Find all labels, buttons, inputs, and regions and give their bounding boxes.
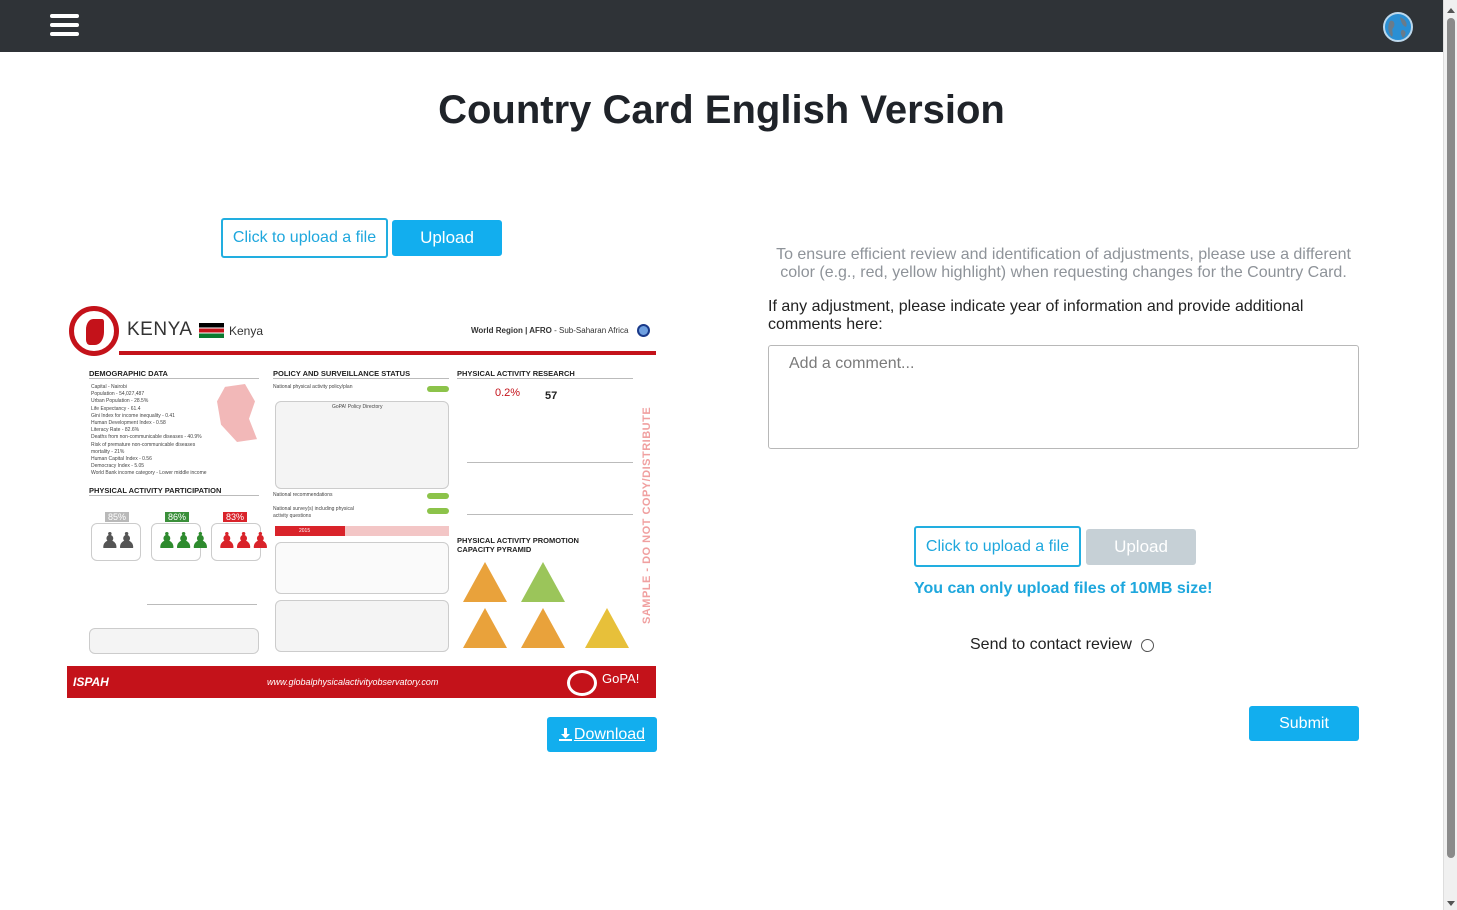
demo-line: World Bank income category - Lower middl… xyxy=(91,470,207,477)
section-promotion: PHYSICAL ACTIVITY PROMOTION xyxy=(457,536,579,545)
file-size-note: You can only upload files of 10MB size! xyxy=(914,580,1213,597)
policy-line-1: National physical activity policy/plan xyxy=(273,384,353,390)
card-country-small: Kenya xyxy=(229,324,264,338)
region-globe-icon xyxy=(637,324,650,337)
ispah-logo: ISPAH xyxy=(73,675,109,689)
people-icon-red: ♟♟♟ xyxy=(217,528,270,553)
divider xyxy=(89,495,259,496)
download-label: Download xyxy=(573,725,646,743)
section-research: PHYSICAL ACTIVITY RESEARCH xyxy=(457,369,575,378)
country-card-preview: KENYA Kenya World Region | AFRO - Sub-Sa… xyxy=(67,304,656,698)
card-country-name: KENYA xyxy=(127,319,193,340)
policy-line-5: activity questions xyxy=(273,513,312,519)
research-rank: 57 xyxy=(545,390,558,402)
choose-file-button-right[interactable]: Click to upload a file xyxy=(914,526,1081,567)
card-region-rest: - Sub-Saharan Africa xyxy=(551,326,629,335)
research-pct: 0.2% xyxy=(495,387,521,399)
footnote-box xyxy=(89,628,259,654)
demo-line: Literacy Rate - 82.6% xyxy=(91,427,140,434)
comment-textarea[interactable] xyxy=(768,345,1359,449)
gopa-logo-icon xyxy=(567,670,597,696)
contact-box xyxy=(275,600,449,652)
yes-pill xyxy=(427,493,449,499)
section-demographic: DEMOGRAPHIC DATA xyxy=(89,369,168,378)
demo-line: Democracy Index - 5.05 xyxy=(91,463,145,470)
submit-button[interactable]: Submit xyxy=(1249,706,1359,741)
card-watermark: SAMPLE - DO NOT COPY/DISTRIBUTE xyxy=(641,406,653,624)
people-icon-green: ♟♟♟ xyxy=(157,528,210,553)
policy-line-3: National recommendations xyxy=(273,492,333,498)
page-scrollbar[interactable] xyxy=(1443,0,1457,910)
download-icon xyxy=(558,728,572,741)
pyramid-2 xyxy=(521,562,565,602)
contact-review-option[interactable]: Send to contact review xyxy=(970,636,1154,654)
pyramid-3 xyxy=(463,608,507,648)
participation-pct-2: 86% xyxy=(165,512,190,522)
chart-axis xyxy=(147,604,257,605)
demo-line: Gini Index for income inequality - 0.41 xyxy=(91,412,175,419)
participation-pct-1: 85% xyxy=(105,512,130,522)
chart-axis xyxy=(467,514,633,515)
country-map-logo-icon xyxy=(69,306,119,356)
upload-button-right-disabled[interactable]: Upload xyxy=(1086,529,1196,565)
contact-review-radio[interactable] xyxy=(1140,638,1154,652)
pyramid-5 xyxy=(585,608,629,648)
demo-line: Human Capital Index - 0.56 xyxy=(91,456,152,463)
demo-line: Human Development Index - 0.58 xyxy=(91,420,166,427)
top-navbar xyxy=(0,0,1457,52)
policy-directory-label: GoPA! Policy Directory xyxy=(332,404,383,410)
pyramid-1 xyxy=(463,562,507,602)
adjustment-label: If any adjustment, please indicate year … xyxy=(768,298,1304,333)
card-region: World Region | AFRO - Sub-Saharan Africa xyxy=(471,326,628,335)
page-title: Country Card English Version xyxy=(438,88,1005,132)
survey-box xyxy=(275,542,449,594)
chart-axis xyxy=(467,462,633,463)
card-header-rule xyxy=(119,351,656,355)
card-footer: ISPAH www.globalphysicalactivityobservat… xyxy=(67,666,656,698)
yes-pill xyxy=(427,508,449,514)
demo-line: mortality - 21% xyxy=(91,448,125,455)
demo-line: Risk of premature non-communicable disea… xyxy=(91,441,196,448)
card-region-bold: World Region | AFRO xyxy=(471,326,552,335)
globe-language-icon[interactable] xyxy=(1382,11,1414,43)
gopa-logo-text: GoPA! xyxy=(602,671,640,686)
policy-directory-box xyxy=(275,401,449,489)
participation-pct-3: 83% xyxy=(223,512,248,522)
review-instructions: To ensure efficient review and identific… xyxy=(776,246,1351,281)
demographic-list: Capital - Nairobi Population - 54,027,48… xyxy=(91,384,226,478)
people-icon-grey: ♟♟ xyxy=(100,528,136,553)
choose-file-button-left[interactable]: Click to upload a file xyxy=(221,218,388,258)
demo-line: Deaths from non-communicable diseases - … xyxy=(91,434,202,441)
scroll-down-arrow-icon[interactable] xyxy=(1447,901,1455,906)
download-button[interactable]: Download xyxy=(547,717,657,752)
upload-button-left[interactable]: Upload xyxy=(392,220,502,256)
hamburger-menu-icon[interactable] xyxy=(50,14,80,38)
demo-line: Capital - Nairobi xyxy=(91,384,127,390)
divider xyxy=(457,378,633,379)
pyramid-4 xyxy=(521,608,565,648)
yes-pill xyxy=(427,386,449,392)
demo-line: Population - 54,027,487 xyxy=(91,391,145,398)
card-footer-url: www.globalphysicalactivityobservatory.co… xyxy=(267,677,439,687)
contact-review-label: Send to contact review xyxy=(970,636,1132,653)
timeline-year: 2015 xyxy=(299,528,311,534)
kenya-flag-icon xyxy=(199,323,224,338)
divider xyxy=(89,378,259,379)
scrollbar-thumb[interactable] xyxy=(1447,18,1455,858)
demo-line: Urban Population - 28.5% xyxy=(91,398,149,405)
demo-line: Life Expectancy - 61.4 xyxy=(91,405,141,412)
section-participation: PHYSICAL ACTIVITY PARTICIPATION xyxy=(89,486,222,495)
scroll-up-arrow-icon[interactable] xyxy=(1447,8,1455,13)
divider xyxy=(273,378,449,379)
section-pyramid: CAPACITY PYRAMID xyxy=(457,545,532,554)
section-policy: POLICY AND SURVEILLANCE STATUS xyxy=(273,369,411,378)
